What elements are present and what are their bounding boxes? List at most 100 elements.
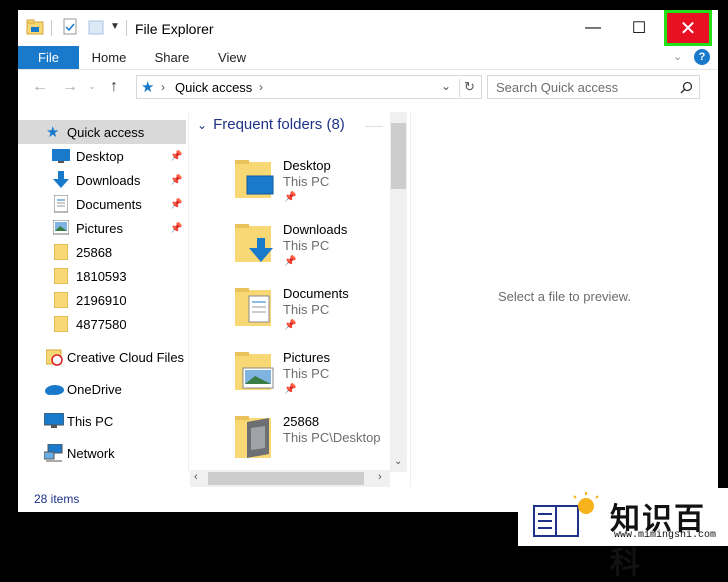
folder-icon [54, 292, 68, 308]
creative-cloud-icon [46, 349, 63, 366]
pin-icon: 📌 [284, 384, 297, 395]
group-divider [365, 126, 383, 127]
watermark-url: www.mimingshi.com [614, 530, 717, 541]
download-icon [53, 171, 69, 188]
expand-ribbon-icon[interactable]: ⌄ [673, 50, 682, 63]
sidebar-item-label: 1810593 [76, 268, 127, 284]
tile-name: 25868 [283, 414, 320, 429]
back-arrow-icon[interactable]: ← [32, 78, 48, 96]
sidebar-item-label: Documents [76, 196, 142, 212]
pictures-icon [53, 220, 69, 235]
pin-icon[interactable]: 📌 [170, 175, 182, 186]
sidebar-item-label: Downloads [76, 172, 141, 188]
search-icon[interactable] [680, 81, 693, 94]
up-arrow-icon[interactable]: ↑ [110, 78, 118, 96]
pin-icon: 📌 [284, 320, 297, 331]
tile-name: Downloads [283, 222, 348, 237]
content-pane: ⌄ Frequent folders (8) Desktop This PC 📌… [188, 112, 408, 472]
forward-arrow-icon[interactable]: → [62, 78, 78, 96]
tile-location: This PC [283, 238, 330, 253]
address-bar[interactable]: ★ › Quick access › ⌄ ↻ [136, 75, 482, 99]
title-separator-2 [126, 20, 127, 36]
recent-locations-chevron-icon[interactable]: ⌄ [88, 81, 96, 92]
sidebar-item-1810593[interactable]: 1810593 [18, 264, 186, 288]
pin-icon[interactable]: 📌 [170, 199, 182, 210]
breadcrumb-quick-access[interactable]: Quick access [175, 80, 252, 95]
sidebar-item-downloads[interactable]: Downloads 📌 [18, 168, 186, 192]
tile-name: Documents [283, 286, 349, 301]
minimize-button[interactable]: — [570, 10, 616, 46]
search-placeholder: Search Quick access [496, 79, 619, 95]
collapse-chevron-icon[interactable]: ⌄ [197, 118, 207, 132]
address-row: ← → ⌄ ↑ ★ › Quick access › ⌄ ↻ Search Qu… [18, 72, 718, 102]
quick-access-toolbar-dropdown-icon[interactable]: ▼ [110, 21, 120, 32]
sidebar-item-2196910[interactable]: 2196910 [18, 288, 186, 312]
close-icon: ✕ [679, 17, 697, 40]
pictures-folder-icon [235, 352, 274, 390]
help-icon[interactable]: ? [694, 49, 710, 65]
tab-view[interactable]: View [210, 46, 254, 69]
refresh-icon[interactable]: ↻ [459, 79, 479, 97]
tile-documents[interactable]: Documents This PC 📌 [233, 284, 403, 348]
document-icon [54, 195, 68, 213]
ribbon-tabs: File Home Share View ⌄ ? [18, 46, 718, 70]
desktop-icon [52, 149, 70, 163]
folder-icon [54, 244, 68, 260]
sidebar-item-quick-access[interactable]: ★ Quick access [18, 120, 186, 144]
pin-icon[interactable]: 📌 [170, 151, 182, 162]
title-bar: ▼ File Explorer — ☐ ✕ [18, 10, 718, 46]
navigation-pane: ★ Quick access Desktop 📌 Downloads 📌 Doc… [18, 116, 186, 476]
sidebar-item-label: 2196910 [76, 292, 127, 308]
pin-icon: 📌 [284, 256, 297, 267]
sidebar-item-25868[interactable]: 25868 [18, 240, 186, 264]
sidebar-item-documents[interactable]: Documents 📌 [18, 192, 186, 216]
tab-share[interactable]: Share [148, 46, 196, 69]
sidebar-item-desktop[interactable]: Desktop 📌 [18, 144, 186, 168]
search-input[interactable]: Search Quick access [487, 75, 700, 99]
book-lightbulb-logo-icon [533, 492, 599, 537]
sidebar-item-label: OneDrive [67, 381, 122, 397]
new-folder-icon[interactable] [88, 18, 104, 36]
window-title: File Explorer [135, 21, 214, 37]
sidebar-item-this-pc[interactable]: This PC [18, 409, 186, 433]
maximize-icon: ☐ [631, 20, 647, 37]
scroll-right-icon[interactable]: › [378, 471, 382, 483]
sidebar-item-onedrive[interactable]: OneDrive [18, 377, 186, 401]
close-button[interactable]: ✕ [664, 10, 712, 46]
status-item-count: 28 items [34, 492, 80, 506]
sidebar-item-label: This PC [67, 413, 114, 429]
tile-25868[interactable]: 25868 This PC\Desktop [233, 412, 403, 476]
maximize-button[interactable]: ☐ [616, 10, 662, 46]
tile-downloads[interactable]: Downloads This PC 📌 [233, 220, 403, 284]
scroll-down-icon[interactable]: ⌄ [394, 456, 402, 467]
sidebar-item-network[interactable]: Network [18, 441, 186, 465]
address-dropdown-icon[interactable]: ⌄ [441, 79, 451, 93]
sidebar-item-label: 4877580 [76, 316, 127, 332]
documents-folder-icon [235, 288, 271, 326]
horizontal-scroll-thumb[interactable] [208, 472, 364, 485]
tile-location: This PC [283, 366, 330, 381]
group-header-label: Frequent folders (8) [213, 116, 345, 133]
tab-home[interactable]: Home [84, 46, 134, 69]
vertical-scroll-thumb[interactable] [391, 123, 406, 189]
pin-icon[interactable]: 📌 [170, 223, 182, 234]
folder-icon [54, 268, 68, 284]
sidebar-item-pictures[interactable]: Pictures 📌 [18, 216, 186, 240]
breadcrumb-chevron-icon-2[interactable]: › [259, 80, 263, 94]
tile-pictures[interactable]: Pictures This PC 📌 [233, 348, 403, 412]
sidebar-item-4877580[interactable]: 4877580 [18, 312, 186, 336]
watermark: 知识百科 www.mimingshi.com [518, 488, 728, 581]
tile-location: This PC [283, 174, 330, 189]
sidebar-item-label: Network [67, 445, 115, 461]
group-header-frequent-folders[interactable]: ⌄ Frequent folders (8) [197, 116, 345, 133]
properties-icon[interactable] [62, 18, 78, 36]
tab-file[interactable]: File [18, 46, 79, 69]
downloads-folder-icon [235, 224, 273, 262]
breadcrumb-chevron-icon[interactable]: › [161, 80, 165, 94]
explorer-folder-icon[interactable] [26, 18, 44, 36]
sidebar-item-creative-cloud-files[interactable]: Creative Cloud Files [18, 345, 186, 369]
scroll-left-icon[interactable]: ‹ [194, 471, 198, 483]
tile-desktop[interactable]: Desktop This PC 📌 [233, 156, 403, 220]
network-icon [44, 444, 63, 462]
pin-icon: 📌 [284, 192, 297, 203]
